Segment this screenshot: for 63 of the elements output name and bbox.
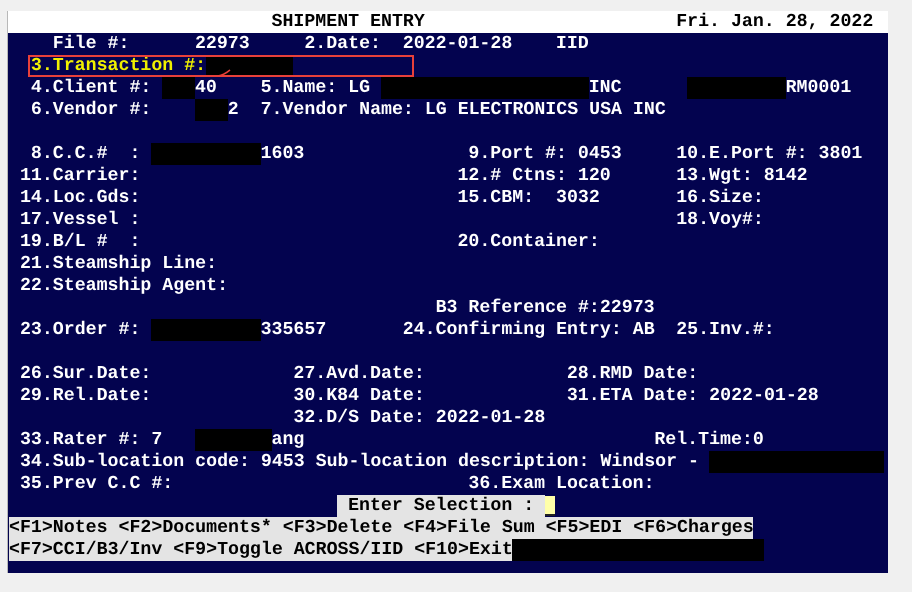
field-text: 40: [194, 77, 217, 99]
screen-title: SHIPMENT ENTRY: [272, 11, 425, 33]
field-text: 16.Size:: [676, 187, 764, 209]
field-text: 10.E.Port #: 3801: [676, 143, 862, 165]
field-text: 2022-01-28: [402, 33, 512, 55]
field-text: 11.Carrier:: [20, 165, 140, 187]
field-text: File #:: [52, 33, 130, 55]
field-text: 36.Exam Location:: [468, 473, 654, 495]
field-text: B3 Reference #:22973: [436, 297, 654, 319]
field-text: 20.Container:: [457, 231, 600, 253]
field-text: 23.Order #:: [20, 319, 140, 341]
function-key-hint[interactable]: <F1>Notes: [9, 517, 108, 539]
function-key-hint[interactable]: <F7>CCI/B3/Inv: [9, 539, 162, 561]
field-text: 2.Date:: [304, 33, 381, 55]
selection-prompt: Enter Selection :: [337, 495, 545, 517]
field-text: 7.Vendor Name: LG ELECTRONICS USA INC: [260, 99, 666, 121]
field-text: Rel.Time:0: [654, 429, 764, 451]
field-text: 25.Inv.#:: [676, 319, 775, 341]
field-text: 35.Prev C.C #:: [20, 473, 174, 495]
field-text: 18.Voy#:: [676, 209, 764, 231]
field-text: 2: [228, 99, 239, 121]
function-key-hint[interactable]: <F9>Toggle ACROSS/IID: [173, 539, 404, 561]
field-text: RM0001: [786, 77, 852, 99]
function-key-hint[interactable]: <F10>Exit: [414, 539, 513, 561]
field-text: 17.Vessel :: [20, 209, 140, 231]
function-key-hint[interactable]: <F4>File Sum: [403, 517, 535, 539]
text-cursor: [544, 496, 555, 516]
field-text: 26.Sur.Date:: [20, 363, 152, 385]
redaction-block: [162, 77, 195, 99]
field-text: 24.Confirming Entry: AB: [402, 319, 654, 341]
field-text: 4.Client #:: [30, 77, 152, 99]
field-text: ang: [272, 429, 304, 451]
function-key-hint[interactable]: <F5>EDI: [546, 517, 622, 539]
field-text: 28.RMD Date:: [566, 363, 698, 385]
field-text: 31.ETA Date: 2022-01-28: [566, 385, 818, 407]
field-text: 9.Port #: 0453: [468, 143, 622, 165]
field-text: 14.Loc.Gds:: [20, 187, 140, 209]
field-text: 32.D/S Date: 2022-01-28: [293, 407, 545, 429]
field-text: 8.C.C.# :: [30, 143, 140, 165]
active-field-label: 3.Transaction #:: [30, 55, 206, 77]
screen-date: Fri. Jan. 28, 2022: [676, 11, 874, 33]
field-text: 19.B/L # :: [20, 231, 140, 253]
field-text: 1603: [260, 143, 304, 165]
field-text: 13.Wgt: 8142: [676, 165, 808, 187]
field-text: 6.Vendor #:: [30, 99, 152, 121]
redaction-block: [194, 99, 228, 121]
field-text: 15.CBM: 3032: [457, 187, 600, 209]
function-key-hint[interactable]: <F6>Charges: [633, 517, 754, 539]
field-text: 22973: [194, 33, 250, 55]
field-text: 21.Steamship Line:: [20, 253, 217, 275]
field-text: 22.Steamship Agent:: [20, 275, 228, 297]
field-text: 33.Rater #: 7: [20, 429, 162, 451]
field-text: IID: [556, 33, 589, 55]
field-text: 29.Rel.Date:: [20, 385, 152, 407]
function-key-hint[interactable]: <F2>Documents*: [118, 517, 272, 539]
field-text: INC: [588, 77, 622, 99]
field-text: 34.Sub-location code: 9453 Sub-location description: Windsor -: [20, 451, 698, 473]
field-text: 27.Avd.Date:: [293, 363, 425, 385]
field-text: 5.Name: LG: [260, 77, 370, 99]
field-text: 30.K84 Date:: [293, 385, 425, 407]
function-key-hint[interactable]: <F3>Delete: [282, 517, 392, 539]
field-text: 335657: [260, 319, 326, 341]
field-text: 12.# Ctns: 120: [457, 165, 611, 187]
